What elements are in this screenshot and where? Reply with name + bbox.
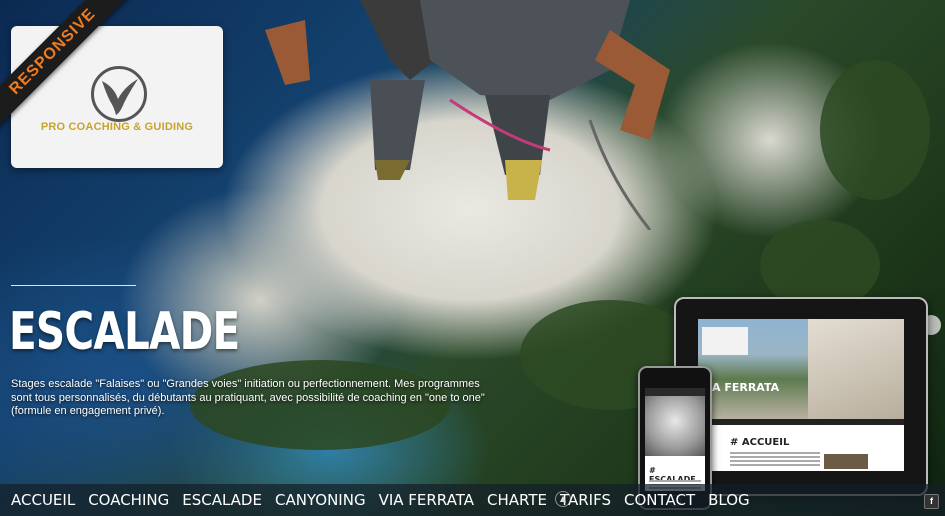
- nav-item-via-ferrata[interactable]: VIA FERRATA: [379, 491, 474, 509]
- tablet-logo: [702, 327, 748, 355]
- climber-figure: [265, 0, 670, 230]
- page-title: ESCALADE: [9, 302, 240, 362]
- nav-item-canyoning[interactable]: CANYONING: [275, 491, 366, 509]
- tablet-text-lines: [730, 452, 820, 468]
- nav-item-blog[interactable]: BLOG: [708, 491, 750, 509]
- ribbon-label: RESPONSIVE: [0, 0, 138, 137]
- tablet-mockup: A FERRATA # ACCUEIL: [674, 297, 928, 496]
- tablet-screen: A FERRATA # ACCUEIL: [698, 319, 904, 471]
- responsive-ribbon: RESPONSIVE: [0, 0, 140, 140]
- nav-item-charte[interactable]: CHARTE: [487, 491, 547, 509]
- nav-item-accueil[interactable]: ACCUEIL: [11, 491, 75, 509]
- tablet-nav: [698, 419, 904, 425]
- vegetation-patch: [820, 60, 930, 200]
- tablet-thumbnail: [824, 454, 868, 469]
- phone-stones-photo: [645, 396, 705, 456]
- page-description: Stages escalade "Falaises" ou "Grandes v…: [11, 378, 485, 417]
- tablet-heading: # ACCUEIL: [730, 437, 790, 448]
- scroll-up-icon[interactable]: ▲: [555, 491, 571, 507]
- phone-screen: # ESCALADE: [645, 388, 705, 491]
- nav-item-coaching[interactable]: COACHING: [88, 491, 169, 509]
- tablet-rock-photo: [808, 319, 904, 419]
- title-divider: [11, 285, 136, 286]
- main-nav: ACCUEIL COACHING ESCALADE CANYONING VIA …: [11, 491, 750, 509]
- nav-item-escalade[interactable]: ESCALADE: [182, 491, 262, 509]
- tablet-banner-label: A FERRATA: [712, 381, 780, 394]
- facebook-icon[interactable]: f: [924, 494, 939, 509]
- phone-topbar: [645, 388, 705, 396]
- nav-item-contact[interactable]: CONTACT: [624, 491, 695, 509]
